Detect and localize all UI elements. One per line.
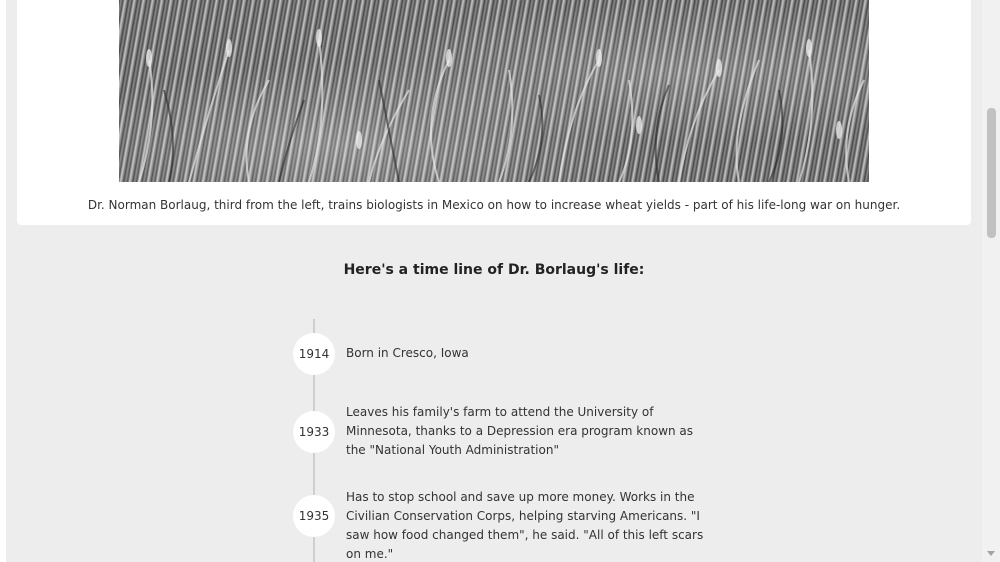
wheat-field-photo <box>119 0 869 182</box>
timeline-year: 1933 <box>293 411 335 453</box>
timeline-event-text: Has to stop school and save up more mone… <box>346 490 704 561</box>
timeline-event-text: Leaves his family's farm to attend the U… <box>346 405 694 457</box>
timeline-year: 1914 <box>293 333 335 375</box>
timeline-year: 1935 <box>293 495 335 537</box>
timeline-event-text: Born in Cresco, Iowa <box>346 346 469 360</box>
wheat-texture <box>138 29 865 182</box>
page-content: Dr. Norman Borlaug, third from the left,… <box>6 0 982 562</box>
scroll-down-arrow-icon[interactable] <box>987 551 995 556</box>
photo-card: Dr. Norman Borlaug, third from the left,… <box>17 0 971 225</box>
vertical-scrollbar[interactable] <box>982 0 1000 562</box>
timeline-heading: Here's a time line of Dr. Borlaug's life… <box>343 262 645 278</box>
scrollbar-thumb[interactable] <box>987 108 996 238</box>
photo-caption: Dr. Norman Borlaug, third from the left,… <box>87 198 901 212</box>
